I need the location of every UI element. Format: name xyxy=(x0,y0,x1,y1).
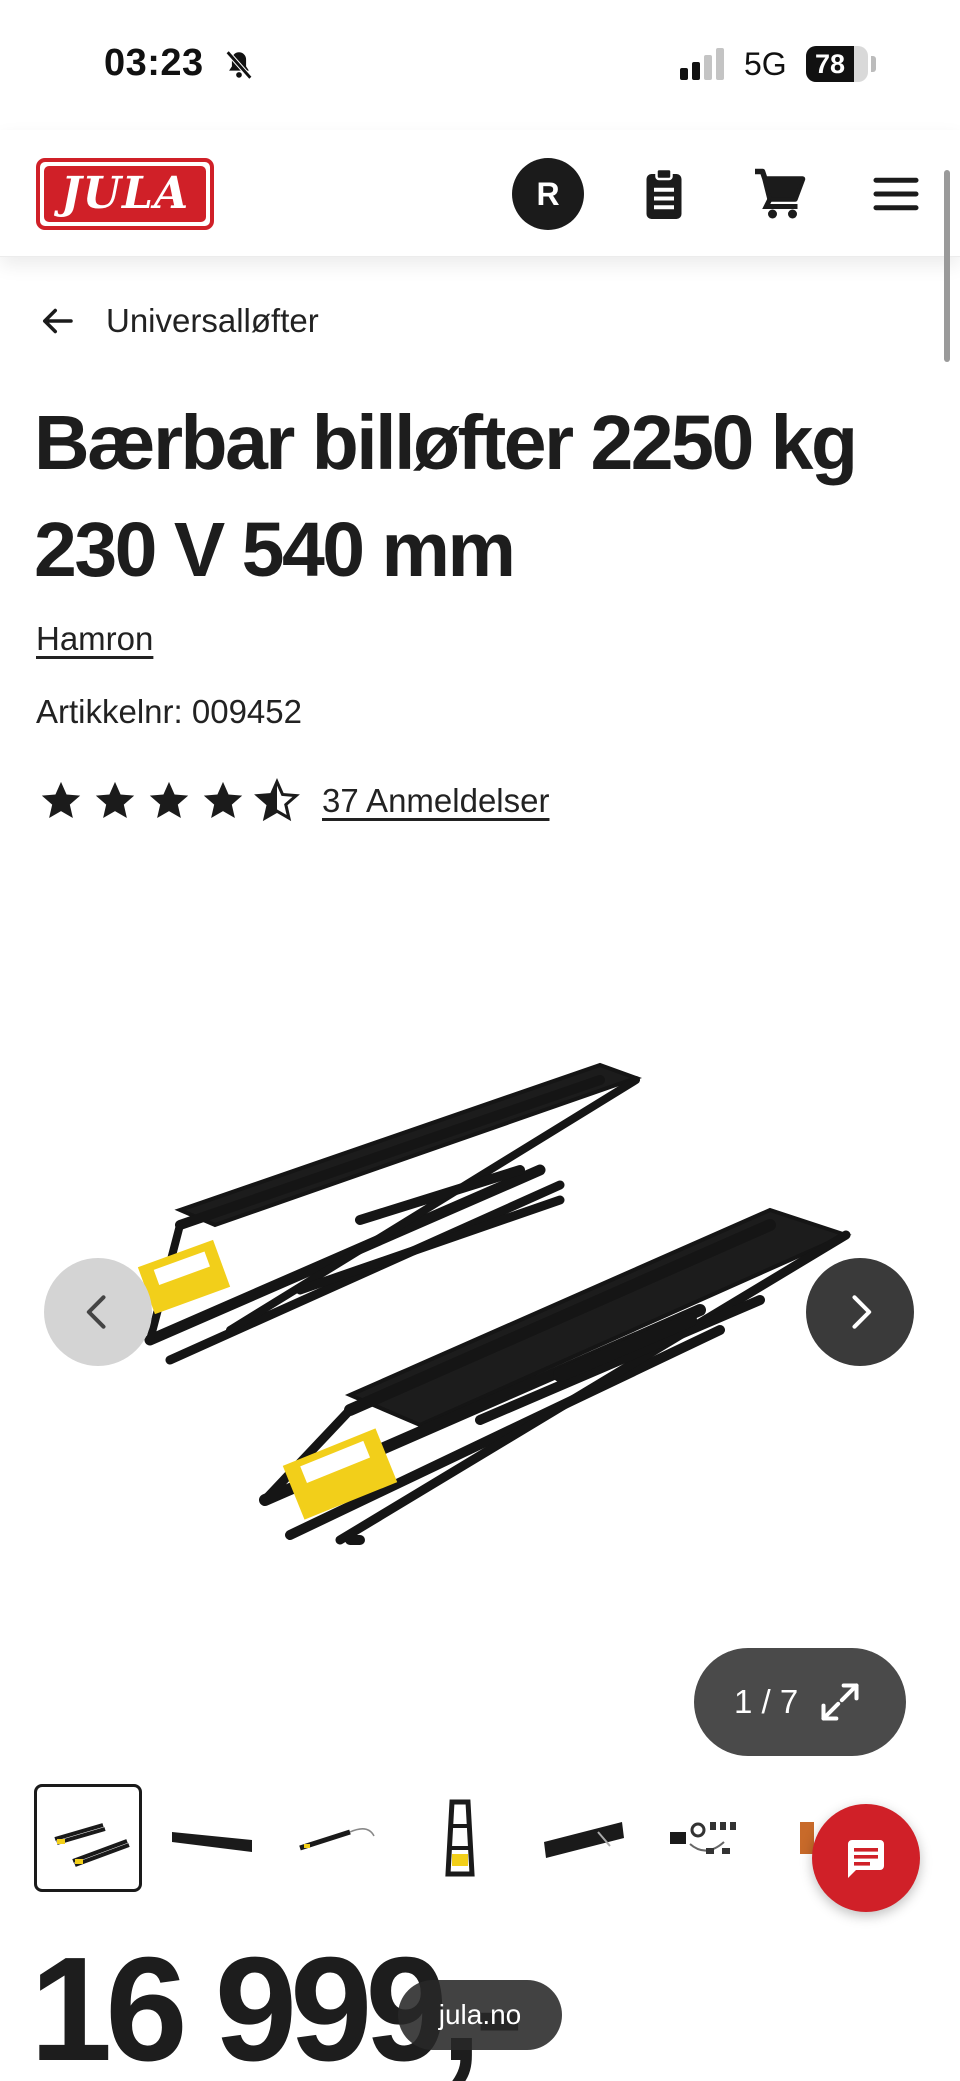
rating[interactable]: 37 Anmeldelser xyxy=(38,778,549,824)
site-header: JULA R xyxy=(0,130,960,257)
thumbnail-ramps-image xyxy=(54,1823,130,1867)
expand-icon xyxy=(821,1683,859,1721)
battery-icon: 78 xyxy=(806,46,868,82)
status-bar: 03:23 5G 78 xyxy=(0,0,960,130)
menu-icon[interactable] xyxy=(866,164,926,224)
browser-url-pill[interactable]: jula.no xyxy=(398,1980,562,2050)
signal-icon xyxy=(680,48,724,80)
thumbnail-2[interactable] xyxy=(158,1784,266,1892)
half-star-icon xyxy=(254,778,300,822)
star-icon xyxy=(41,781,81,819)
brand-link[interactable]: Hamron xyxy=(36,620,153,658)
thumbnail-4[interactable] xyxy=(406,1784,514,1892)
next-image-button[interactable] xyxy=(806,1258,914,1366)
jula-logo[interactable]: JULA xyxy=(36,158,214,230)
battery-tip xyxy=(871,56,876,72)
reviews-link[interactable]: 37 Anmeldelser xyxy=(322,782,549,820)
cart-icon[interactable] xyxy=(750,164,810,224)
breadcrumb[interactable]: Universalløfter xyxy=(36,294,319,348)
arrow-left-icon xyxy=(43,308,73,334)
battery-level: 78 xyxy=(814,49,846,79)
product-title: Bærbar billøfter 2250 kg 230 V 540 mm xyxy=(34,400,858,593)
image-counter-button[interactable]: 1 / 7 xyxy=(694,1648,906,1756)
thumbnail-1[interactable] xyxy=(34,1784,142,1892)
thumbnail-front-image xyxy=(445,1799,475,1877)
thumbnail-cable-image xyxy=(299,1828,375,1851)
network-label: 5G xyxy=(744,46,787,82)
thumbnail-detail-image xyxy=(544,1822,624,1858)
thumbnail-5[interactable] xyxy=(530,1784,638,1892)
product-gallery[interactable]: 1 / 7 xyxy=(0,880,960,1760)
thumbnail-strip[interactable] xyxy=(34,1784,894,1892)
thumbnail-3[interactable] xyxy=(282,1784,390,1892)
chevron-right-icon xyxy=(852,1295,872,1329)
star-icon xyxy=(95,781,135,819)
star-icon xyxy=(149,781,189,819)
thumbnail-6[interactable] xyxy=(654,1784,762,1892)
chat-button[interactable] xyxy=(812,1804,920,1912)
status-time: 03:23 xyxy=(104,42,204,84)
chat-icon xyxy=(848,1840,884,1878)
chevron-left-icon xyxy=(86,1295,106,1329)
account-avatar[interactable]: R xyxy=(512,158,584,230)
logo-text: JULA xyxy=(60,168,190,219)
thumbnail-accessories-image xyxy=(670,1822,736,1854)
silent-bell-icon xyxy=(225,50,253,80)
logo-background: JULA xyxy=(44,166,206,222)
page-scrollbar[interactable] xyxy=(944,170,950,362)
image-counter: 1 / 7 xyxy=(734,1683,799,1720)
clipboard-icon[interactable] xyxy=(634,164,694,224)
article-number: Artikkelnr: 009452 xyxy=(36,693,302,730)
breadcrumb-label: Universalløfter xyxy=(106,302,319,339)
star-icon xyxy=(203,781,243,819)
thumbnail-folded-image xyxy=(172,1832,252,1852)
previous-image-button[interactable] xyxy=(44,1258,152,1366)
